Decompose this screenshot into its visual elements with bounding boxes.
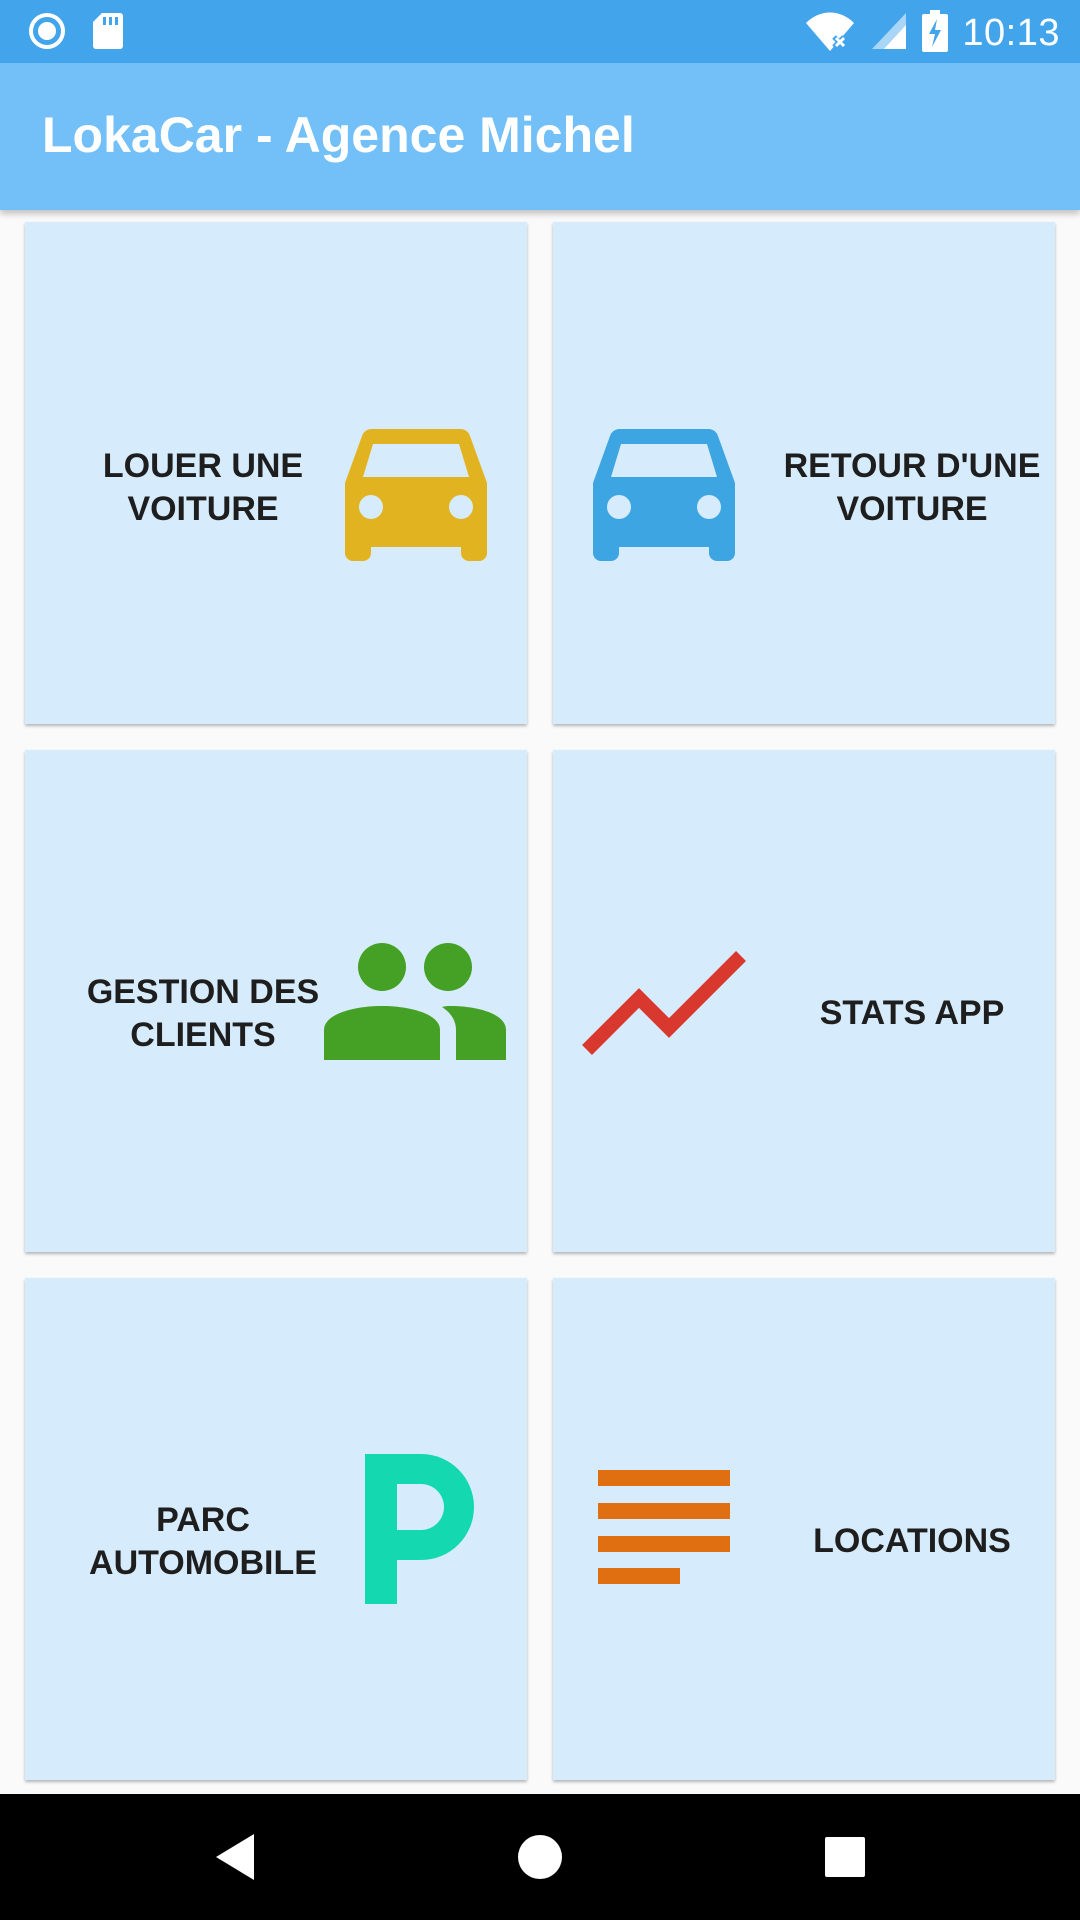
battery-charging-icon (922, 10, 949, 57)
signal-icon (870, 11, 908, 56)
fleet-label: PARC AUTOMOBILE (89, 1501, 317, 1582)
sd-card-icon (92, 12, 124, 55)
app-title: LokaCar - Agence Michel (42, 107, 635, 163)
stats-label: STATS APP (819, 994, 1005, 1032)
return-car-tile[interactable]: RETOUR D'UNE VOITURE (553, 222, 1055, 724)
rent-car-tile[interactable]: LOUER UNE VOITURE (25, 222, 527, 724)
app-bar: LokaCar - Agence Michel (0, 63, 1080, 210)
wifi-no-internet-icon (804, 11, 856, 56)
clients-label: GESTION DES CLIENTS (86, 973, 320, 1054)
status-bar: 10:13 (0, 0, 1080, 63)
menu-grid: LOUER UNE VOITURE RETOUR D'UNE VOITURE G… (0, 210, 1080, 1794)
record-icon (28, 12, 66, 55)
stats-tile[interactable]: STATS APP (553, 750, 1055, 1252)
status-time: 10:13 (962, 12, 1060, 54)
car-icon (589, 425, 739, 566)
parking-icon (365, 1454, 475, 1609)
home-icon[interactable] (505, 1824, 575, 1895)
trending-up-icon (581, 948, 747, 1061)
clients-tile[interactable]: GESTION DES CLIENTS (25, 750, 527, 1252)
back-icon[interactable] (200, 1824, 270, 1895)
rent-car-label: LOUER UNE VOITURE (102, 447, 304, 528)
people-icon (324, 942, 506, 1065)
recents-icon[interactable] (810, 1824, 880, 1895)
car-icon (341, 425, 491, 566)
rentals-label: LOCATIONS (813, 1522, 1011, 1560)
fleet-tile[interactable]: PARC AUTOMOBILE (25, 1278, 527, 1780)
navigation-bar (0, 1794, 1080, 1920)
return-car-label: RETOUR D'UNE VOITURE (783, 447, 1041, 528)
list-lines-icon (598, 1470, 730, 1593)
rentals-tile[interactable]: LOCATIONS (553, 1278, 1055, 1780)
